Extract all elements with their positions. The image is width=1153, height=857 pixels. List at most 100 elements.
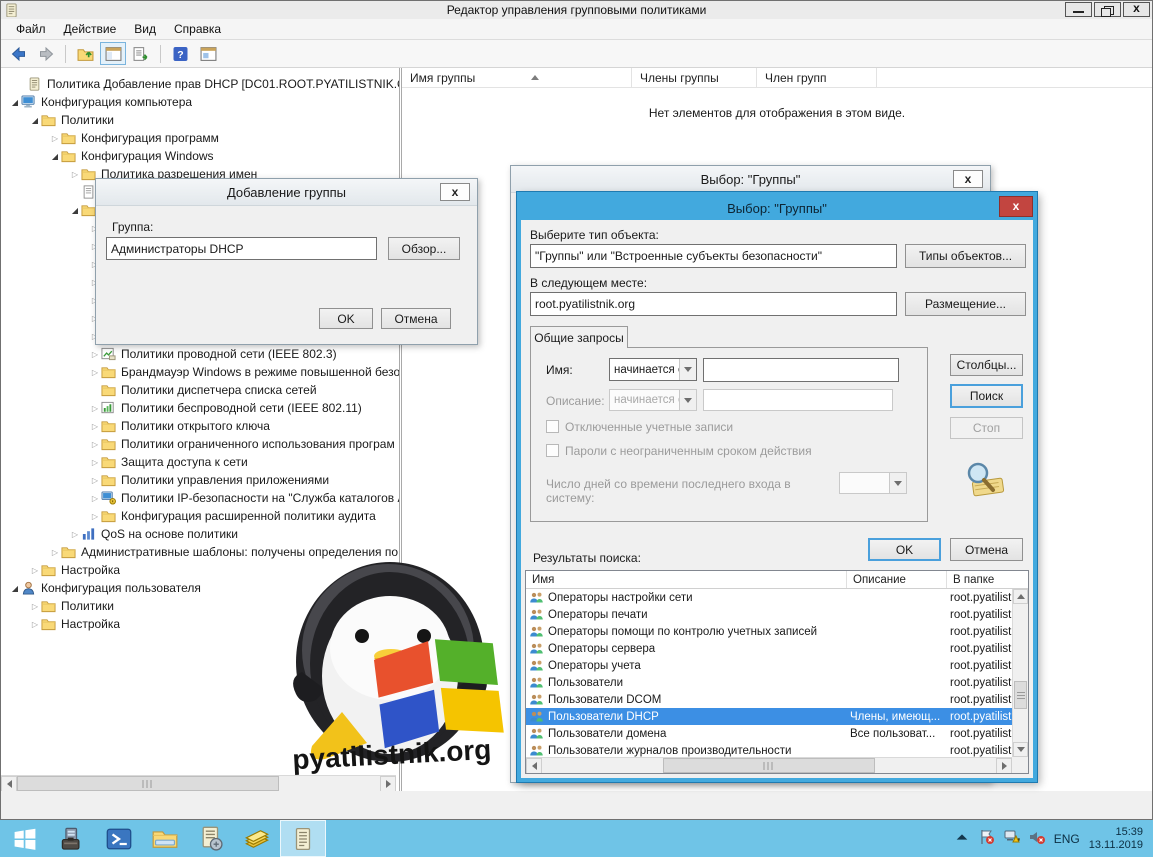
close-icon[interactable]: x [999, 196, 1033, 217]
cancel-button[interactable]: Отмена [950, 538, 1023, 561]
up-one-level-icon[interactable] [72, 42, 98, 65]
scrollbar-thumb[interactable] [17, 776, 279, 791]
tree-item-настройка[interactable]: ▷Настройка [1, 615, 399, 633]
scroll-left-icon[interactable] [1, 776, 17, 791]
tree-item-qos[interactable]: ▷QoS на основе политики [1, 525, 399, 543]
tree-item-конфигурация[interactable]: ◢Конфигурация пользователя [1, 579, 399, 597]
menu-действие[interactable]: Действие [55, 20, 126, 38]
result-row[interactable]: Операторы учетаroot.pyatilistn [526, 657, 1012, 674]
scrollbar-thumb[interactable] [1014, 681, 1027, 709]
group-name-input[interactable]: Администраторы DHCP [106, 237, 377, 260]
close-icon[interactable]: x [953, 170, 983, 188]
tree-item-защита[interactable]: ▷Защита доступа к сети [1, 453, 399, 471]
columns-button[interactable]: Столбцы... [950, 354, 1023, 376]
properties-icon[interactable] [195, 42, 221, 65]
keyboard-language[interactable]: ENG [1054, 832, 1080, 846]
result-row[interactable]: Операторы печатиroot.pyatilistn [526, 606, 1012, 623]
expander-collapsed-icon[interactable]: ▷ [89, 494, 101, 503]
file-explorer-icon[interactable] [142, 820, 188, 857]
help-icon[interactable]: ? [167, 42, 193, 65]
export-list-icon[interactable] [128, 42, 154, 65]
results-column-folder[interactable]: В папке [947, 571, 1028, 588]
result-row[interactable]: Пользователи журналов производительности… [526, 742, 1012, 757]
results-horizontal-scrollbar[interactable] [526, 757, 1012, 773]
name-operator-dropdown[interactable]: начинается с [609, 358, 697, 381]
result-row[interactable]: Пользователи доменаВсе пользоват...root.… [526, 725, 1012, 742]
ok-button[interactable]: OK [319, 308, 373, 329]
gpmc-library-icon[interactable] [234, 820, 280, 857]
show-console-tree-icon[interactable] [100, 42, 126, 65]
restore-button[interactable] [1094, 2, 1121, 17]
tree-item-административные[interactable]: ▷Административные шаблоны: получены опре… [1, 543, 399, 561]
menu-вид[interactable]: Вид [125, 20, 165, 38]
expander-expanded-icon[interactable]: ◢ [9, 584, 21, 593]
location-button[interactable]: Размещение... [905, 292, 1026, 316]
tree-item-брандмауэр[interactable]: ▷Брандмауэр Windows в режиме повышенной … [1, 363, 399, 381]
expander-collapsed-icon[interactable]: ▷ [69, 530, 81, 539]
back-icon[interactable] [5, 42, 31, 65]
column-header-member-of[interactable]: Член групп [757, 68, 877, 87]
tree-item-конфигурация[interactable]: ▷Конфигурация программ [1, 129, 399, 147]
result-row[interactable]: Пользователиroot.pyatilistn [526, 674, 1012, 691]
forward-icon[interactable] [33, 42, 59, 65]
tree-item-политики[interactable]: Политики диспетчера списка сетей [1, 381, 399, 399]
expander-collapsed-icon[interactable]: ▷ [69, 170, 81, 179]
tree-item-политики[interactable]: ▷Политики беспроводной сети (IEEE 802.11… [1, 399, 399, 417]
stop-button[interactable]: Стоп [950, 417, 1023, 439]
results-vertical-scrollbar[interactable] [1012, 589, 1028, 757]
volume-muted-icon[interactable] [1029, 829, 1045, 848]
browse-button[interactable]: Обзор... [388, 237, 460, 260]
expander-collapsed-icon[interactable]: ▷ [49, 134, 61, 143]
expander-collapsed-icon[interactable]: ▷ [89, 512, 101, 521]
tree-item-конфигурация[interactable]: ◢Конфигурация компьютера [1, 93, 399, 111]
result-row[interactable]: Операторы настройки сетиroot.pyatilistn [526, 589, 1012, 606]
scroll-right-icon[interactable] [380, 776, 396, 791]
group-policy-management-icon[interactable] [188, 820, 234, 857]
scroll-down-icon[interactable] [1013, 742, 1028, 757]
close-button[interactable] [1123, 2, 1150, 17]
expander-collapsed-icon[interactable]: ▷ [89, 404, 101, 413]
tab-common-queries[interactable]: Общие запросы [530, 326, 628, 348]
expander-expanded-icon[interactable]: ◢ [29, 116, 41, 125]
menu-справка[interactable]: Справка [165, 20, 230, 38]
close-icon[interactable]: x [440, 183, 470, 201]
menu-файл[interactable]: Файл [7, 20, 55, 38]
scrollbar-thumb[interactable] [663, 758, 875, 773]
search-button[interactable]: Поиск [950, 384, 1023, 408]
tree-item-конфигурация[interactable]: ▷Конфигурация расширенной политики аудит… [1, 507, 399, 525]
expander-collapsed-icon[interactable]: ▷ [89, 422, 101, 431]
expander-expanded-icon[interactable]: ◢ [49, 152, 61, 161]
tree-item-политики[interactable]: ◢Политики [1, 111, 399, 129]
result-row[interactable]: Пользователи DCOMroot.pyatilistn [526, 691, 1012, 708]
result-row[interactable]: Пользователи DHCPЧлены, имеющ...root.pya… [526, 708, 1012, 725]
tray-expand-icon[interactable] [954, 829, 970, 848]
expander-collapsed-icon[interactable]: ▷ [89, 368, 101, 377]
object-types-button[interactable]: Типы объектов... [905, 244, 1026, 268]
action-center-flag-icon[interactable] [979, 829, 995, 848]
tree-horizontal-scrollbar[interactable] [1, 775, 396, 791]
expander-collapsed-icon[interactable]: ▷ [89, 440, 101, 449]
expander-expanded-icon[interactable]: ◢ [9, 98, 21, 107]
tray-clock[interactable]: 15:39 13.11.2019 [1089, 826, 1143, 852]
start-button[interactable] [0, 820, 50, 857]
tree-item-политики[interactable]: ▷Политики ограниченного использования пр… [1, 435, 399, 453]
name-value-input[interactable] [703, 358, 899, 382]
expander-collapsed-icon[interactable]: ▷ [29, 602, 41, 611]
tree-item-политики[interactable]: ▷Политики [1, 597, 399, 615]
result-row[interactable]: Операторы сервераroot.pyatilistn [526, 640, 1012, 657]
tree-item-настройка[interactable]: ▷Настройка [1, 561, 399, 579]
scroll-up-icon[interactable] [1013, 589, 1028, 604]
tree-item-политики[interactable]: ▷Политики IP-безопасности на "Служба кат… [1, 489, 399, 507]
expander-collapsed-icon[interactable]: ▷ [49, 548, 61, 557]
minimize-button[interactable] [1065, 2, 1092, 17]
server-manager-icon[interactable] [50, 820, 96, 857]
column-header-group-name[interactable]: Имя группы [402, 68, 632, 87]
result-row[interactable]: Операторы помощи по контролю учетных зап… [526, 623, 1012, 640]
column-header-group-members[interactable]: Члены группы [632, 68, 757, 87]
results-column-name[interactable]: Имя [526, 571, 847, 588]
powershell-icon[interactable] [96, 820, 142, 857]
expander-expanded-icon[interactable]: ◢ [69, 206, 81, 215]
cancel-button[interactable]: Отмена [381, 308, 451, 329]
scroll-right-icon[interactable] [996, 758, 1012, 774]
tree-item-политики[interactable]: ▷Политики проводной сети (IEEE 802.3) [1, 345, 399, 363]
